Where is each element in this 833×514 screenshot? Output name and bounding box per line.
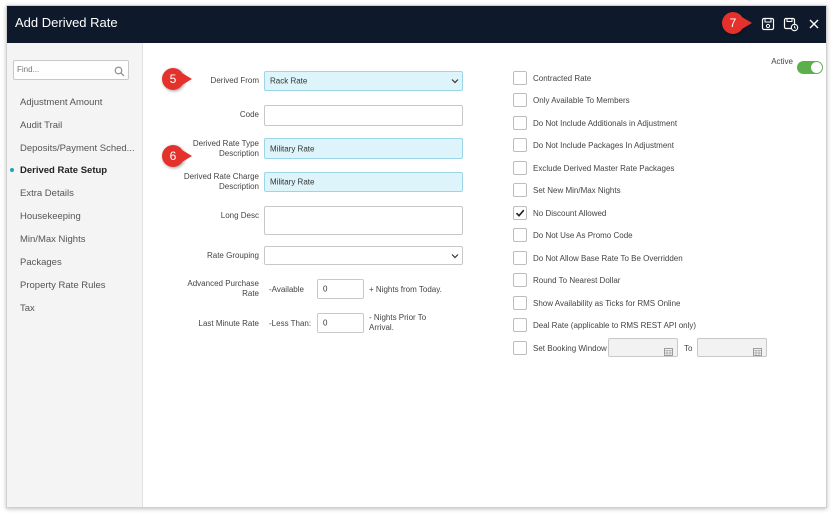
set-booking-window-label: Set Booking Window <box>533 344 607 353</box>
chevron-down-icon <box>451 77 459 85</box>
contracted-rate-label: Contracted Rate <box>533 74 592 83</box>
set-new-min-max-nights-checkbox[interactable] <box>513 183 527 197</box>
derived-rate-charge-description-label: Derived Rate Charge Description <box>183 172 259 191</box>
sidebar-item-deposits-payment-schedule[interactable]: Deposits/Payment Sched... <box>20 143 135 154</box>
contracted-rate-checkbox[interactable] <box>513 71 527 85</box>
sidebar-item-derived-rate-setup[interactable]: Derived Rate Setup <box>20 165 107 176</box>
round-to-nearest-dollar-checkbox[interactable] <box>513 273 527 287</box>
derived-rate-charge-description-input[interactable]: Military Rate <box>264 172 463 192</box>
active-label: Active <box>771 57 793 66</box>
search-icon <box>114 64 125 77</box>
set-booking-window-checkbox[interactable] <box>513 341 527 355</box>
active-item-indicator <box>10 168 14 172</box>
save-copy-icon[interactable] <box>783 16 799 32</box>
derived-rate-type-description-input[interactable]: Military Rate <box>264 138 463 159</box>
long-desc-textarea[interactable] <box>264 206 463 235</box>
no-base-rate-override-checkbox[interactable] <box>513 251 527 265</box>
last-minute-rate-label: Last Minute Rate <box>198 319 259 328</box>
advanced-purchase-suffix: + Nights from Today. <box>369 285 442 294</box>
sidebar-item-property-rate-rules[interactable]: Property Rate Rules <box>20 280 106 291</box>
advanced-purchase-prefix: -Available <box>269 285 304 294</box>
booking-window-to-input[interactable] <box>697 338 767 357</box>
callout-7: 7 <box>722 12 752 34</box>
last-minute-suffix: - Nights Prior To Arrival. <box>369 313 427 332</box>
no-discount-allowed-checkbox[interactable] <box>513 206 527 220</box>
do-not-use-as-promo-code-label: Do Not Use As Promo Code <box>533 231 633 240</box>
sidebar: Adjustment Amount Audit Trail Deposits/P… <box>7 43 143 507</box>
exclude-packages-label: Do Not Include Packages In Adjustment <box>533 141 674 150</box>
booking-window-to-label: To <box>684 344 693 353</box>
exclude-additionals-checkbox[interactable] <box>513 116 527 130</box>
exclude-master-rate-packages-checkbox[interactable] <box>513 161 527 175</box>
exclude-master-rate-packages-label: Exclude Derived Master Rate Packages <box>533 164 675 173</box>
advanced-purchase-rate-label: Advanced Purchase Rate <box>187 279 259 298</box>
booking-window-from-input[interactable] <box>608 338 678 357</box>
callout-5: 5 <box>162 68 192 90</box>
last-minute-nights-input[interactable]: 0 <box>317 313 364 333</box>
last-minute-prefix: -Less Than: <box>269 319 312 328</box>
find-input[interactable] <box>17 62 105 76</box>
sidebar-item-tax[interactable]: Tax <box>20 303 35 314</box>
sidebar-item-audit-trail[interactable]: Audit Trail <box>20 120 62 131</box>
derived-from-select[interactable]: Rack Rate <box>264 71 463 91</box>
sidebar-item-min-max-nights[interactable]: Min/Max Nights <box>20 234 85 245</box>
deal-rate-checkbox[interactable] <box>513 318 527 332</box>
only-available-to-members-checkbox[interactable] <box>513 93 527 107</box>
no-base-rate-override-label: Do Not Allow Base Rate To Be Overridden <box>533 254 683 263</box>
do-not-use-as-promo-code-checkbox[interactable] <box>513 228 527 242</box>
show-availability-ticks-label: Show Availability as Ticks for RMS Onlin… <box>533 299 681 308</box>
code-label: Code <box>239 110 259 119</box>
chevron-down-icon <box>451 252 459 260</box>
only-available-to-members-label: Only Available To Members <box>533 96 630 105</box>
calendar-icon <box>664 343 673 356</box>
rate-grouping-label: Rate Grouping <box>206 251 259 260</box>
long-desc-label: Long Desc <box>220 211 259 220</box>
code-input[interactable] <box>264 105 463 126</box>
round-to-nearest-dollar-label: Round To Nearest Dollar <box>533 276 621 285</box>
no-discount-allowed-label: No Discount Allowed <box>533 209 607 218</box>
sidebar-item-extra-details[interactable]: Extra Details <box>20 188 74 199</box>
find-box[interactable] <box>13 60 129 80</box>
close-icon[interactable] <box>806 16 822 32</box>
set-new-min-max-nights-label: Set New Min/Max Nights <box>533 186 621 195</box>
sidebar-item-housekeeping[interactable]: Housekeeping <box>20 211 81 222</box>
show-availability-ticks-checkbox[interactable] <box>513 296 527 310</box>
save-icon[interactable] <box>760 16 776 32</box>
toggle-knob <box>811 62 822 73</box>
sidebar-item-adjustment-amount[interactable]: Adjustment Amount <box>20 97 102 108</box>
calendar-icon <box>753 343 762 356</box>
window-title: Add Derived Rate <box>15 15 118 30</box>
sidebar-item-packages[interactable]: Packages <box>20 257 62 268</box>
check-icon <box>515 209 525 217</box>
derived-from-value: Rack Rate <box>270 76 308 86</box>
title-bar: Add Derived Rate <box>7 6 826 43</box>
active-toggle[interactable] <box>797 61 823 74</box>
add-derived-rate-window: Add Derived Rate Adjustment Amount Audit… <box>6 5 827 508</box>
exclude-packages-checkbox[interactable] <box>513 138 527 152</box>
deal-rate-label: Deal Rate (applicable to RMS REST API on… <box>533 321 697 330</box>
advanced-purchase-nights-input[interactable]: 0 <box>317 279 364 299</box>
exclude-additionals-label: Do Not Include Additionals in Adjustment <box>533 119 678 128</box>
callout-6: 6 <box>162 145 192 167</box>
rate-grouping-select[interactable] <box>264 246 463 265</box>
